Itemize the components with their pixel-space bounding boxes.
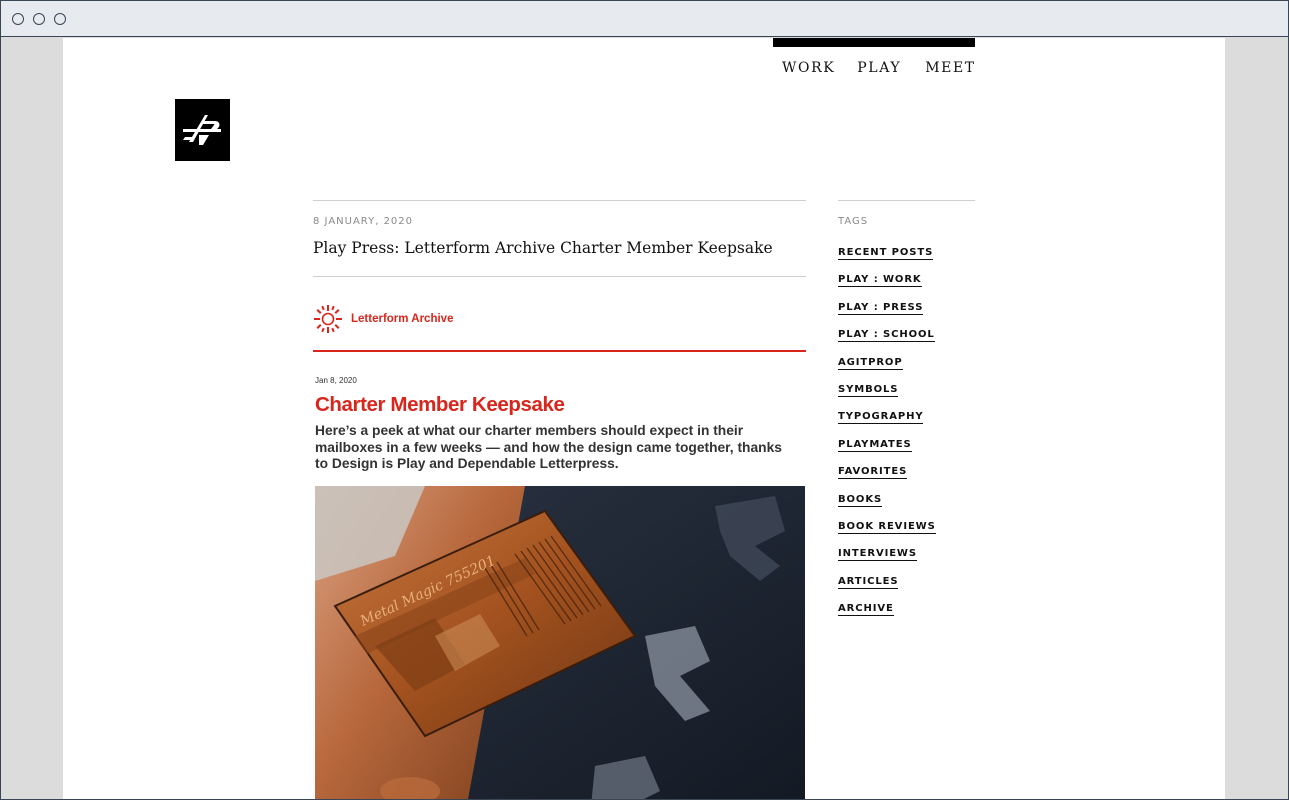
close-window-button[interactable] <box>12 13 24 25</box>
tag-link-agitprop[interactable]: AGITPROP <box>838 356 903 370</box>
post-header: 8 JANUARY, 2020 Play Press: Letterform A… <box>313 200 806 277</box>
nav-meet-link[interactable]: MEET <box>925 60 976 76</box>
list-item: SYMBOLS <box>838 377 975 404</box>
list-item: BOOK REVIEWS <box>838 514 975 541</box>
site-logo[interactable] <box>175 99 230 161</box>
list-item: RECENT POSTS <box>838 240 975 267</box>
list-item: TYPOGRAPHY <box>838 404 975 431</box>
nav-play-link[interactable]: PLAY <box>857 60 901 76</box>
divider <box>313 200 806 201</box>
tag-link-play-work[interactable]: PLAY : WORK <box>838 274 922 288</box>
tag-link-favorites[interactable]: FAVORITES <box>838 466 908 480</box>
divider <box>313 276 806 277</box>
tag-link-play-school[interactable]: PLAY : SCHOOL <box>838 329 935 343</box>
tag-link-articles[interactable]: ARTICLES <box>838 575 899 589</box>
tags-heading: TAGS <box>838 216 869 227</box>
list-item: AGITPROP <box>838 350 975 377</box>
maximize-window-button[interactable] <box>54 13 66 25</box>
nav-accent-bar <box>773 38 975 47</box>
list-item: PLAYMATES <box>838 432 975 459</box>
post-title[interactable]: Play Press: Letterform Archive Charter M… <box>313 239 806 257</box>
printing-plate-photo-icon: Metal Magic 755201 <box>315 486 805 799</box>
tag-link-playmates[interactable]: PLAYMATES <box>838 438 912 452</box>
list-item: INTERVIEWS <box>838 541 975 568</box>
embed-brand-header: Letterform Archive <box>313 300 806 352</box>
letterform-archive-logo-icon <box>314 305 342 333</box>
embed-date: Jan 8, 2020 <box>315 376 357 385</box>
list-item: PLAY : SCHOOL <box>838 322 975 349</box>
embed-intro: Here’s a peek at what our charter member… <box>315 423 782 471</box>
web-page: WORK PLAY MEET 8 JANUARY, 2020 Play Pres… <box>63 38 1225 799</box>
tag-link-play-press[interactable]: PLAY : PRESS <box>838 301 924 315</box>
tag-list: RECENT POSTS PLAY : WORK PLAY : PRESS PL… <box>838 240 975 623</box>
embed-title: Charter Member Keepsake <box>315 393 565 416</box>
list-item: BOOKS <box>838 487 975 514</box>
list-item: ARTICLES <box>838 569 975 596</box>
window-titlebar <box>1 1 1288 37</box>
tags-sidebar: TAGS RECENT POSTS PLAY : WORK PLAY : PRE… <box>838 200 975 623</box>
tag-link-book-reviews[interactable]: BOOK REVIEWS <box>838 520 936 534</box>
nav-work-link[interactable]: WORK <box>782 60 835 76</box>
tag-link-typography[interactable]: TYPOGRAPHY <box>838 411 924 425</box>
list-item: ARCHIVE <box>838 596 975 623</box>
post-embedded-image: Letterform Archive Jan 8, 2020 Charter M… <box>313 300 806 799</box>
minimize-window-button[interactable] <box>33 13 45 25</box>
tag-link-archive[interactable]: ARCHIVE <box>838 603 894 617</box>
divider <box>838 200 975 201</box>
list-item: PLAY : WORK <box>838 267 975 294</box>
list-item: FAVORITES <box>838 459 975 486</box>
tag-link-interviews[interactable]: INTERVIEWS <box>838 548 917 562</box>
browser-window: WORK PLAY MEET 8 JANUARY, 2020 Play Pres… <box>0 0 1289 800</box>
keepsake-photo: Metal Magic 755201 <box>315 486 805 799</box>
list-item: PLAY : PRESS <box>838 295 975 322</box>
embed-brand-name: Letterform Archive <box>351 313 454 325</box>
main-nav: WORK PLAY MEET <box>773 60 975 76</box>
post-date: 8 JANUARY, 2020 <box>313 216 414 227</box>
tag-link-books[interactable]: BOOKS <box>838 493 883 507</box>
tag-link-symbols[interactable]: SYMBOLS <box>838 383 899 397</box>
logo-mark-icon <box>183 115 221 145</box>
tag-link-recent-posts[interactable]: RECENT POSTS <box>838 247 934 260</box>
